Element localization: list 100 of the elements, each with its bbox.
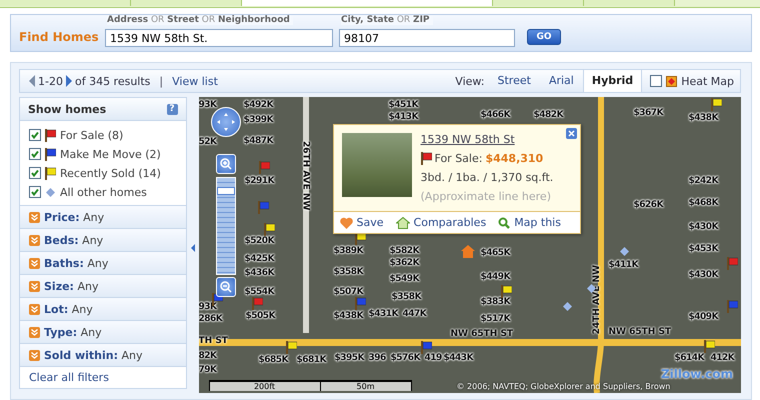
street-label: TH ST: [198, 336, 228, 346]
price-label[interactable]: 93K: [198, 302, 217, 312]
price-label[interactable]: $395K: [334, 353, 364, 363]
view-label: View:: [455, 74, 485, 88]
zoom-out-button[interactable]: [216, 277, 236, 297]
filter-label: Lot: Any: [44, 302, 93, 316]
checkbox[interactable]: [29, 148, 41, 160]
view-tab[interactable]: Street: [488, 70, 540, 92]
go-button[interactable]: GO: [527, 29, 561, 45]
price-label[interactable]: $413K: [388, 112, 418, 122]
filter-row[interactable]: Lot: Any: [20, 298, 186, 321]
price-label[interactable]: $554K: [244, 287, 274, 297]
price-label[interactable]: $576K: [390, 353, 420, 363]
price-label[interactable]: $362K: [390, 258, 420, 268]
price-label[interactable]: $449K: [480, 272, 510, 282]
checkbox[interactable]: [29, 129, 41, 141]
price-label[interactable]: $425K: [244, 254, 274, 264]
price-label[interactable]: $507K: [334, 287, 364, 297]
price-label[interactable]: $549K: [390, 274, 420, 284]
price-label[interactable]: $614K: [674, 353, 704, 363]
price-label[interactable]: 419: [424, 353, 442, 363]
price-label[interactable]: $443K: [444, 353, 474, 363]
popup-action-link[interactable]: Comparables: [396, 216, 486, 229]
price-label[interactable]: $399K: [244, 115, 274, 125]
filter-row[interactable]: Baths: Any: [20, 252, 186, 275]
price-label[interactable]: 396: [368, 353, 386, 363]
price-label[interactable]: $505K: [246, 311, 276, 321]
price-label[interactable]: $438K: [688, 113, 718, 123]
price-label[interactable]: $409K: [688, 312, 718, 322]
price-label[interactable]: $517K: [480, 314, 510, 324]
price-label[interactable]: $383K: [480, 297, 510, 307]
price-label[interactable]: $358K: [334, 267, 364, 277]
heat-map-checkbox[interactable]: [650, 75, 662, 87]
listing-note: (Approximate line here): [420, 190, 552, 203]
view-tab[interactable]: Hybrid: [582, 70, 642, 92]
separator-text: |: [159, 74, 164, 88]
address-field[interactable]: 1539 NW 58th St.: [105, 29, 333, 47]
flag-icon: [726, 300, 738, 313]
price-label[interactable]: 52K: [198, 137, 217, 147]
price-label[interactable]: $451K: [388, 100, 418, 110]
price-label[interactable]: $520K: [244, 236, 274, 246]
zoom-in-button[interactable]: [216, 154, 236, 174]
aerial-map[interactable]: [198, 97, 742, 393]
flag-icon: [704, 340, 715, 353]
price-label[interactable]: $430K: [688, 222, 718, 232]
house-marker-icon[interactable]: [460, 245, 475, 258]
zoom-slider-thumb[interactable]: [216, 186, 235, 195]
price-label[interactable]: $436K: [244, 268, 274, 278]
price-label[interactable]: $492K: [244, 100, 274, 110]
price-label[interactable]: $487K: [244, 136, 274, 146]
price-label[interactable]: $466K: [480, 110, 510, 120]
flag-icon: [264, 223, 275, 236]
price-label[interactable]: $685K: [258, 355, 288, 365]
expand-icon: [29, 304, 40, 314]
help-icon[interactable]: ?: [166, 104, 178, 114]
price-label[interactable]: $367K: [634, 108, 664, 118]
zoom-slider[interactable]: [216, 177, 236, 275]
address-link[interactable]: 1539 NW 58th St: [420, 133, 554, 146]
filter-row[interactable]: Sold within: Any: [20, 344, 186, 367]
price-label[interactable]: 412K: [710, 353, 734, 363]
price-label[interactable]: $389K: [334, 246, 364, 256]
expand-icon: [29, 258, 40, 268]
filter-row[interactable]: Beds: Any: [20, 229, 186, 252]
city-field[interactable]: 98107: [339, 29, 515, 47]
price-label[interactable]: $431K: [368, 309, 398, 319]
price-label[interactable]: $582K: [390, 246, 420, 256]
price-label[interactable]: $358K: [392, 292, 422, 302]
price-label[interactable]: 82K: [198, 351, 217, 361]
pan-control[interactable]: [210, 107, 241, 137]
price-label[interactable]: 79K: [198, 365, 217, 375]
price-label[interactable]: $482K: [534, 110, 564, 120]
price-label[interactable]: $681K: [296, 355, 326, 365]
price-label[interactable]: $411K: [608, 260, 638, 270]
price-label[interactable]: $626K: [634, 200, 664, 210]
price-label[interactable]: $242K: [688, 176, 718, 186]
view-list-link[interactable]: View list: [172, 74, 218, 88]
checkbox[interactable]: [29, 186, 41, 198]
previous-icon[interactable]: [29, 75, 35, 87]
price-label[interactable]: $430K: [688, 270, 718, 280]
price-label[interactable]: $468K: [688, 198, 718, 208]
price-label[interactable]: $465K: [480, 248, 510, 258]
filter-row[interactable]: Type: Any: [20, 321, 186, 344]
price-label[interactable]: 447K: [402, 309, 426, 319]
popup-action-link[interactable]: Save: [340, 216, 384, 229]
filter-row[interactable]: Price: Any: [20, 206, 186, 229]
home-type-label: All other homes: [60, 186, 147, 198]
view-tab[interactable]: Arial: [540, 70, 583, 92]
filter-row[interactable]: Size: Any: [20, 275, 186, 298]
result-range: 1-20: [38, 74, 63, 88]
close-button[interactable]: [566, 128, 577, 139]
popup-action-link[interactable]: Map this: [498, 216, 561, 229]
price-label[interactable]: 286K: [198, 314, 222, 324]
collapse-icon[interactable]: [190, 244, 195, 252]
price-label[interactable]: $453K: [688, 244, 718, 254]
price-label[interactable]: $291K: [244, 176, 274, 186]
price-label[interactable]: 93K: [198, 100, 217, 110]
clear-filters-link[interactable]: Clear all filters: [20, 367, 186, 388]
checkbox[interactable]: [29, 167, 41, 179]
price-label[interactable]: $438K: [334, 311, 364, 321]
next-icon[interactable]: [66, 75, 72, 87]
